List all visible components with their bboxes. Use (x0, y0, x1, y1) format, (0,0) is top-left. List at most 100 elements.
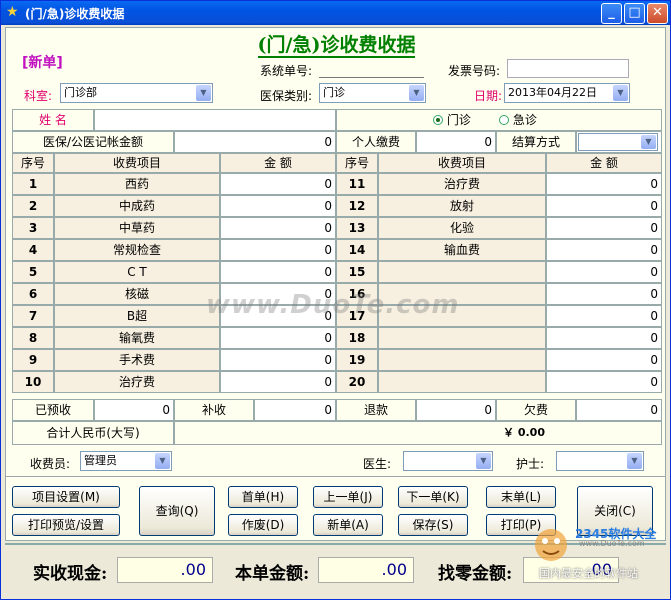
personal-pay-input[interactable]: 0 (416, 131, 496, 153)
extra-label: 补收 (174, 399, 254, 421)
first-record-button[interactable]: 首单(H) (228, 486, 298, 508)
row-amount-input[interactable]: 0 (546, 195, 662, 217)
mascot-logo (535, 529, 567, 561)
row-amount-input[interactable]: 0 (546, 305, 662, 327)
insurance-amount-input[interactable]: 0 (174, 131, 336, 153)
refund-input[interactable]: 0 (416, 399, 496, 421)
chevron-down-icon: ▼ (409, 85, 424, 101)
cashier-select[interactable]: 管理员 ▼ (80, 451, 172, 471)
row-seq: 12 (336, 195, 378, 217)
row-amount-input[interactable]: 0 (220, 371, 336, 393)
item-settings-button[interactable]: 项目设置(M) (12, 486, 120, 508)
void-button[interactable]: 作废(D) (228, 514, 298, 536)
save-button[interactable]: 保存(S) (398, 514, 468, 536)
chevron-down-icon: ▼ (196, 85, 211, 101)
site-brand-overlay: 2345软件大全 www.DuoTe.com 国内最安全的软件站 (529, 521, 669, 591)
item-header: 收费项目 (378, 153, 546, 173)
settlement-select[interactable]: ▼ (576, 131, 662, 153)
date-picker[interactable]: 2013年04月22日 ▼ (504, 83, 630, 103)
row-amount-input[interactable]: 0 (546, 349, 662, 371)
change-label: 找零金额: (438, 564, 513, 584)
radio-outpatient[interactable]: 门诊 (433, 110, 471, 130)
maximize-button[interactable]: □ (624, 3, 645, 24)
radio-emergency[interactable]: 急诊 (499, 110, 537, 130)
row-amount-input[interactable]: 0 (220, 195, 336, 217)
amount-field: .00 (318, 557, 414, 583)
row-seq: 9 (12, 349, 54, 371)
form-caption: (门/急)诊收费收据 (257, 34, 416, 58)
dept-select[interactable]: 门诊部 ▼ (60, 83, 213, 103)
row-item: 输氧费 (54, 327, 220, 349)
title-bar[interactable]: ★ (门/急)诊收费收据 _ □ ✕ (1, 1, 670, 25)
doctor-select[interactable]: ▼ (403, 451, 493, 471)
row-amount-input[interactable]: 0 (220, 173, 336, 195)
minimize-button[interactable]: _ (601, 3, 622, 24)
extra-input[interactable]: 0 (254, 399, 336, 421)
star-app-icon: ★ (6, 4, 19, 20)
row-item: 常规检查 (54, 239, 220, 261)
prepaid-input[interactable]: 0 (94, 399, 174, 421)
print-preview-button[interactable]: 打印预览/设置 (12, 514, 120, 536)
row-amount-input[interactable]: 0 (220, 349, 336, 371)
row-seq: 7 (12, 305, 54, 327)
row-amount-input[interactable]: 0 (546, 327, 662, 349)
row-amount-input[interactable]: 0 (220, 239, 336, 261)
row-item: 中成药 (54, 195, 220, 217)
cash-input[interactable]: .00 (117, 557, 213, 583)
row-amount-input[interactable]: 0 (220, 327, 336, 349)
row-item (378, 327, 546, 349)
row-amount-input[interactable]: 0 (546, 283, 662, 305)
total-amount: ￥ 0.00 (174, 421, 662, 445)
item-header: 收费项目 (54, 153, 220, 173)
window-title: (门/急)诊收费收据 (25, 7, 125, 21)
row-item: B超 (54, 305, 220, 327)
row-seq: 11 (336, 173, 378, 195)
visit-type-group: 门诊 急诊 (336, 109, 662, 131)
close-window-button[interactable]: ✕ (647, 3, 668, 24)
amount-header: 金 额 (220, 153, 336, 173)
row-item (378, 261, 546, 283)
cashier-value: 管理员 (84, 454, 117, 467)
row-seq: 1 (12, 173, 54, 195)
cashier-label: 收费员: (30, 457, 71, 471)
date-value: 2013年04月22日 (508, 86, 597, 99)
app-window: ★ (门/急)诊收费收据 _ □ ✕ (门/急)诊收费收据 [新单] 系统单号:… (0, 0, 671, 600)
radio-selected-icon (433, 115, 443, 125)
chevron-down-icon: ▼ (613, 85, 628, 101)
patient-name-input[interactable] (94, 109, 336, 131)
name-label: 姓 名 (12, 109, 94, 131)
owed-input[interactable]: 0 (576, 399, 662, 421)
insurance-type-select[interactable]: 门诊 ▼ (319, 83, 426, 103)
row-amount-input[interactable]: 0 (220, 261, 336, 283)
seq-header: 序号 (12, 153, 54, 173)
query-button[interactable]: 查询(Q) (139, 486, 215, 536)
row-amount-input[interactable]: 0 (546, 371, 662, 393)
radio-unselected-icon (499, 115, 509, 125)
next-record-button[interactable]: 下一单(K) (398, 486, 468, 508)
invoice-no-input[interactable] (507, 59, 629, 78)
row-amount-input[interactable]: 0 (546, 217, 662, 239)
row-amount-input[interactable]: 0 (546, 173, 662, 195)
row-amount-input[interactable]: 0 (546, 239, 662, 261)
row-seq: 13 (336, 217, 378, 239)
row-amount-input[interactable]: 0 (220, 217, 336, 239)
insurance-type-label: 医保类别: (260, 89, 313, 103)
nurse-select[interactable]: ▼ (556, 451, 644, 471)
personal-pay-label: 个人缴费 (336, 131, 416, 153)
row-seq: 2 (12, 195, 54, 217)
system-no-field (319, 60, 424, 78)
last-record-button[interactable]: 末单(L) (486, 486, 556, 508)
row-item (378, 349, 546, 371)
row-item: 核磁 (54, 283, 220, 305)
row-seq: 20 (336, 371, 378, 393)
row-amount-input[interactable]: 0 (546, 261, 662, 283)
row-item: 化验 (378, 217, 546, 239)
row-item: 放射 (378, 195, 546, 217)
prev-record-button[interactable]: 上一单(J) (313, 486, 383, 508)
divider (6, 476, 665, 477)
row-item: 手术费 (54, 349, 220, 371)
new-record-button[interactable]: 新单(A) (313, 514, 383, 536)
row-item (378, 371, 546, 393)
row-item: 输血费 (378, 239, 546, 261)
amount-header: 金 额 (546, 153, 662, 173)
